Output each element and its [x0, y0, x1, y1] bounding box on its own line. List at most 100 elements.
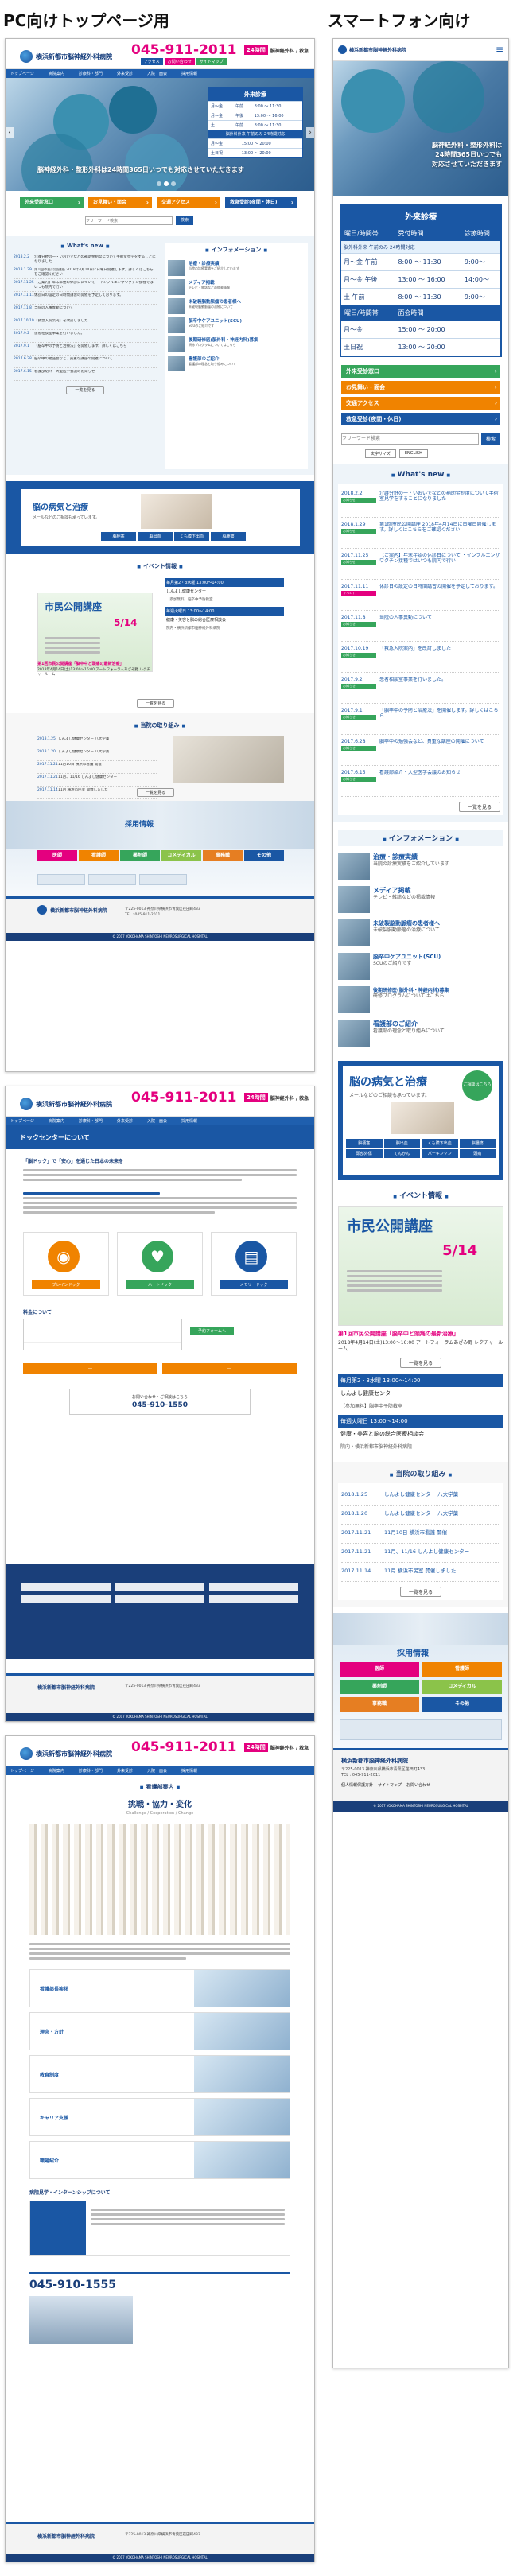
nav-item-about[interactable]: 病院案内 — [49, 1768, 64, 1774]
news-item[interactable]: 2018.1.29 お知らせ 第1回市民公開講座 2018年4月14日に日曜日開催し… — [341, 518, 500, 549]
effort-item[interactable]: 2018.1.20 しんよし健康センター 八大学薬 — [341, 1506, 500, 1525]
news-item[interactable]: 2018.2.2 介護分野の一・いおいでなどの補助金制度について手術室見学をするこ… — [14, 254, 157, 266]
news-item[interactable]: 2017.11.25 お知らせ 【ご案内】年末年始の休診日について ・インフルエンザ… — [341, 549, 500, 580]
recruit-item-pharmacist[interactable]: 薬剤師 — [120, 850, 160, 861]
recruit-item-office[interactable]: 事務職 — [203, 850, 243, 861]
nursing-section-item[interactable]: 看護部長挨拶 — [29, 1969, 290, 2007]
news-more-button[interactable]: 一覧を見る — [66, 386, 104, 394]
info-item[interactable]: 看護部のご紹介 看護部の理念と取り組みについて — [168, 356, 305, 371]
info-item[interactable]: 脳卒中ケアユニット(SCU) SCUのご紹介です — [338, 953, 503, 980]
news-item[interactable]: 2018.1.29 第1回市民公開講座 2018年4月14日に日曜日開催します。詳… — [14, 266, 157, 279]
info-item[interactable]: メディア掲載 テレビ・雑誌などの掲載情報 — [338, 886, 503, 913]
news-item[interactable]: 2017.11.25 【ご案内】年末年始の休診日について ・インフルエンザワクチン… — [14, 279, 157, 292]
info-item[interactable]: 脳卒中ケアユニット(SCU) SCUのご紹介です — [168, 317, 305, 333]
recruit-item-comedical[interactable]: コメディカル — [422, 1680, 502, 1694]
news-item[interactable]: 2017.10.19 お知らせ 「救急入院案内」を改訂しました — [341, 642, 500, 673]
brain-grid-item[interactable]: 脳梗塞 — [101, 532, 136, 541]
info-item[interactable]: 治療・診療実績 当院の診療実績をご紹介しています — [168, 260, 305, 276]
font-size-button[interactable]: 文字サイズ — [365, 449, 396, 458]
access-button[interactable]: アクセス — [141, 58, 163, 65]
info-item[interactable]: 治療・診療実績 当院の診療実績をご紹介しています — [338, 853, 503, 880]
access-link[interactable]: 交通アクセス — [341, 397, 500, 410]
english-button[interactable]: ENGLISH — [398, 449, 428, 458]
emergency-link[interactable]: 救急受診(夜間・休日) — [341, 413, 500, 425]
recruit-item-doctor[interactable]: 医師 — [340, 1662, 419, 1677]
info-item[interactable]: 未破裂脳動脈瘤の患者様へ 未破裂脳動脈瘤の治療について — [338, 919, 503, 946]
contact-button[interactable]: お問い合わせ — [164, 58, 195, 65]
nav-item-top[interactable]: トップページ — [10, 1118, 34, 1124]
brain-grid-item[interactable]: 脳腫瘍 — [459, 1139, 496, 1148]
visit-link[interactable]: お見舞い・面会 — [88, 197, 152, 208]
info-item[interactable]: 後期研修医(脳外科・神経内科)募集 研修プログラムについてはこちら — [168, 336, 305, 352]
recruit-item-comedical[interactable]: コメディカル — [161, 850, 201, 861]
nav-item-departments[interactable]: 診療科・部門 — [79, 71, 103, 76]
effort-item[interactable]: 2017.11.21 11月、11/16 しんよし健康センター — [37, 774, 157, 787]
nav-item-inpatient[interactable]: 入院・面会 — [147, 1768, 167, 1774]
sp-efforts-more-button[interactable]: 一覧を見る — [399, 1587, 441, 1597]
brain-grid-item[interactable]: 頭部外傷 — [346, 1149, 383, 1158]
site-logo[interactable]: 横浜新都市脳神経外科病院 — [20, 50, 112, 63]
effort-item[interactable]: 2017.11.14 11月 横浜市民室 開催しました — [341, 1563, 500, 1582]
header-phone[interactable]: 045-911-2011 — [131, 1090, 236, 1105]
news-item[interactable]: 2017.10.19 「救急入院案内」を改訂しました — [14, 317, 157, 330]
nursing-section-item[interactable]: 職場紹介 — [29, 2141, 290, 2179]
news-item[interactable]: 2017.11.11 イベント 休診日の設定の日時間講習の開催を予定しております。 — [341, 580, 500, 611]
news-item[interactable]: 2018.2.2 お知らせ 介護分野の一・いおいでなどの補助金制度について手術室見学… — [341, 487, 500, 518]
slider-next-icon[interactable]: › — [306, 127, 314, 138]
news-item[interactable]: 2017.6.15 お知らせ 看護部紹介・大型医学会議のお知らせ — [341, 766, 500, 797]
news-more-button[interactable]: 一覧を見る — [458, 802, 500, 812]
nursing-section-item[interactable]: 理念・方針 — [29, 2012, 290, 2050]
recruit-item-other[interactable]: その他 — [422, 1697, 502, 1712]
emergency-link[interactable]: 救急受診(夜間・休日) — [225, 197, 297, 208]
booking-button[interactable]: 予約フォームへ — [190, 1327, 234, 1335]
outpatient-link[interactable]: 外来受診窓口 — [20, 197, 84, 208]
brain-grid-item[interactable]: 脳出血 — [383, 1139, 420, 1148]
nav-item-outpatient[interactable]: 外来受診 — [117, 71, 133, 76]
news-item[interactable]: 2017.9.2 お知らせ 患者相談室事業を行いました。 — [341, 673, 500, 704]
news-item[interactable]: 2017.6.28 脳卒中の勉強会など、貴重な講座の開催について — [14, 356, 157, 368]
brain-grid-item[interactable]: 頭痛 — [459, 1149, 496, 1158]
nav-item-outpatient[interactable]: 外来受診 — [117, 1768, 133, 1774]
footer-link[interactable]: サイトマップ — [378, 1782, 402, 1788]
nav-item-outpatient[interactable]: 外来受診 — [117, 1118, 133, 1124]
nursing-section-item[interactable]: キャリア支援 — [29, 2098, 290, 2136]
info-item[interactable]: 後期研修医(脳外科・神経内科)募集 研修プログラムについてはこちら — [338, 986, 503, 1013]
info-item[interactable]: 未破裂脳動脈瘤の患者様へ 未破裂脳動脈瘤の治療について — [168, 298, 305, 314]
news-item[interactable]: 2017.6.15 看護部紹介・大型医学会議のお知らせ — [14, 368, 157, 381]
effort-item[interactable]: 2018.1.25 しんよし健康センター 八大学薬 — [341, 1486, 500, 1506]
recruit-item-office[interactable]: 事務職 — [340, 1697, 419, 1712]
slider-prev-icon[interactable]: ‹ — [6, 127, 14, 138]
news-item[interactable]: 2017.11.8 お知らせ 当院の人事異動について — [341, 611, 500, 642]
visit-link[interactable]: お見舞い・面会 — [341, 381, 500, 394]
effort-item[interactable]: 2017.11.21 11月10日 横浜市看護 開催 — [37, 761, 157, 774]
nursing-tel[interactable]: 045-910-1555 — [29, 2279, 290, 2291]
event-poster[interactable]: 市民公開講座 5/14 — [37, 593, 153, 672]
news-item[interactable]: 2017.9.1 「脳卒中の予防と治療法」を開催します。詳しくはこちら — [14, 343, 157, 356]
news-item[interactable]: 2017.11.11 休診日の設定の日時間講習の開催を予定しております。 — [14, 292, 157, 305]
efforts-more-button[interactable]: 一覧を見る — [137, 788, 175, 797]
nav-item-departments[interactable]: 診療科・部門 — [79, 1118, 103, 1124]
recruit-item-other[interactable]: その他 — [244, 850, 284, 861]
event-more-button[interactable]: 一覧を見る — [137, 699, 175, 708]
footer-link[interactable]: お問い合わせ — [406, 1782, 430, 1788]
search-button[interactable]: 検索 — [176, 216, 194, 225]
brain-grid-item[interactable]: くも膜下出血 — [422, 1139, 458, 1148]
brain-grid-item[interactable]: 脳出血 — [138, 532, 173, 541]
effort-item[interactable]: 2017.11.21 11月10日 横浜市看護 開催 — [341, 1525, 500, 1544]
nav-item-inpatient[interactable]: 入院・面会 — [147, 1118, 167, 1124]
nav-item-recruit[interactable]: 採用情報 — [181, 71, 197, 76]
search-input[interactable] — [85, 216, 173, 225]
access-link[interactable]: 交通アクセス — [157, 197, 220, 208]
heart-dock-card[interactable]: ♥ ハートドック — [117, 1232, 203, 1296]
brain-grid-item[interactable]: パーキンソン — [422, 1149, 458, 1158]
news-item[interactable]: 2017.9.2 患者相談室事業を行いました。 — [14, 330, 157, 343]
nav-item-about[interactable]: 病院案内 — [49, 71, 64, 76]
brain-dock-card[interactable]: ◉ ブレインドック — [23, 1232, 109, 1296]
menu-icon[interactable]: ≡ — [496, 44, 503, 55]
nursing-section-item[interactable]: 教育制度 — [29, 2055, 290, 2093]
news-item[interactable]: 2017.11.8 当院の人事異動について — [14, 305, 157, 317]
news-item[interactable]: 2017.6.28 お知らせ 脳卒中の勉強会など、貴重な講座の開催について — [341, 735, 500, 766]
brain-grid-item[interactable]: 脳梗塞 — [346, 1139, 383, 1148]
nav-item-inpatient[interactable]: 入院・面会 — [147, 71, 167, 76]
outpatient-link[interactable]: 外来受診窓口 — [341, 365, 500, 378]
